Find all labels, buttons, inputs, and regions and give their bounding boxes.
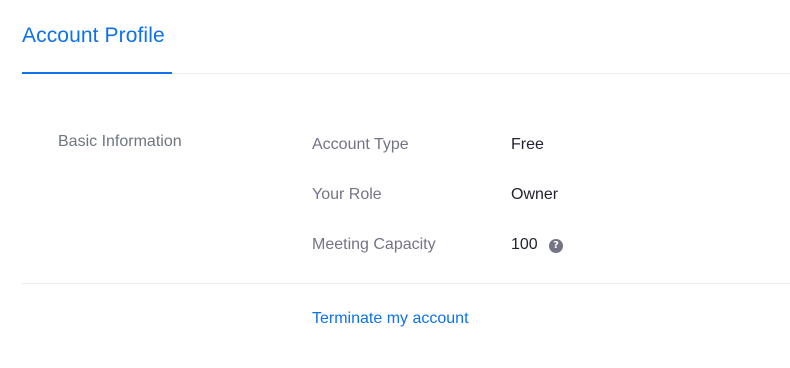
section-divider [22, 283, 790, 284]
meeting-capacity-label: Meeting Capacity [312, 236, 436, 253]
info-row-your-role: Your Role Owner [312, 186, 712, 208]
active-tab-indicator [22, 72, 172, 74]
info-row-meeting-capacity: Meeting Capacity 100 ? [312, 236, 712, 258]
account-type-label: Account Type [312, 136, 409, 153]
your-role-value: Owner [511, 186, 559, 203]
terminate-account-link[interactable]: Terminate my account [312, 310, 469, 328]
your-role-label: Your Role [312, 186, 382, 203]
tab-account-profile[interactable]: Account Profile [22, 0, 172, 74]
tab-bar: Account Profile [22, 0, 790, 74]
tab-label: Account Profile [22, 24, 165, 47]
help-icon[interactable]: ? [549, 239, 563, 253]
info-row-account-type: Account Type Free [312, 136, 712, 158]
meeting-capacity-value: 100 [511, 236, 538, 253]
account-type-value: Free [511, 136, 544, 153]
section-title-basic-information: Basic Information [58, 133, 182, 150]
